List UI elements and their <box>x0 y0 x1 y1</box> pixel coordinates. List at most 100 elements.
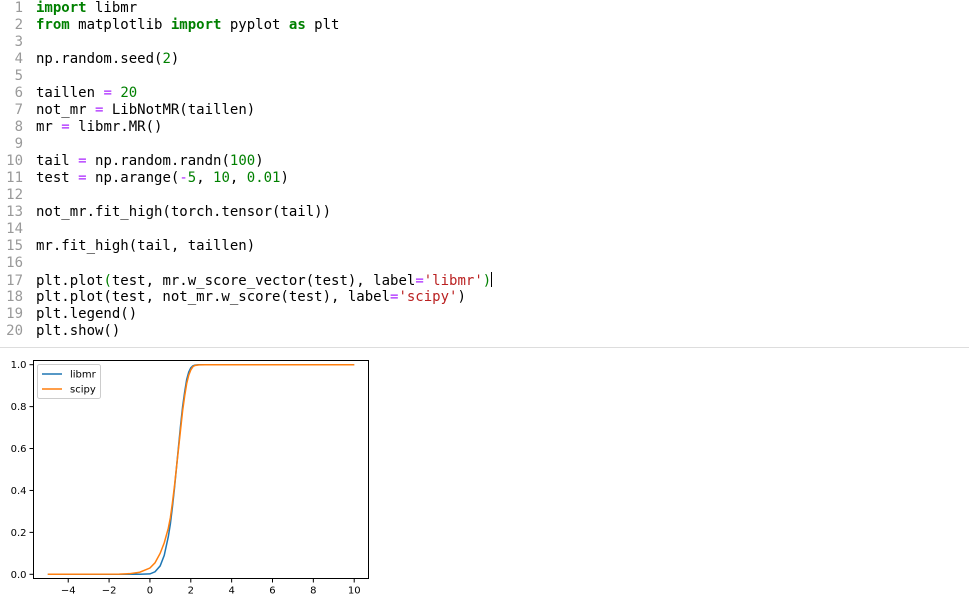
code-line[interactable]: 7 not_mr = LibNotMR(taillen) <box>0 102 256 119</box>
line-number: 4 <box>14 51 23 67</box>
code-line[interactable]: 4 np.random.seed(2) <box>0 51 180 68</box>
code-token: test, mr.w_score_vector(test), label <box>111 273 416 289</box>
cell-output: −4 −2 0 2 4 6 8 10 0.0 0.2 0.4 0.6 0.8 1.0 libmr scip… <box>0 350 969 605</box>
legend-label-libmr: libmr <box>70 370 97 381</box>
code-token: LibNotMR(taillen) <box>103 102 256 118</box>
x-tick-label: 2 <box>188 586 194 597</box>
code-line[interactable]: 17 plt.plot(test, mr.w_score_vector(test)… <box>0 272 493 289</box>
code-line[interactable]: 13 not_mr.fit_high(torch.tensor(tail)) <box>0 204 331 221</box>
y-tick-label: 0.8 <box>11 402 27 413</box>
code-token: as <box>288 17 306 33</box>
code-line[interactable]: 1 import libmr <box>0 0 138 17</box>
cell-separator <box>0 347 969 348</box>
line-number: 19 <box>6 306 23 322</box>
x-tick-label: 6 <box>269 586 275 597</box>
code-token: , <box>196 170 214 186</box>
code-token: plt.legend() <box>36 306 138 322</box>
code-token: ) <box>482 273 492 289</box>
code-line[interactable]: 5 <box>0 68 36 85</box>
line-number: 1 <box>14 0 23 16</box>
code-token: ) <box>457 289 466 305</box>
code-token: ( <box>103 273 112 289</box>
code-token: , <box>229 170 247 186</box>
code-token: not_mr <box>36 102 96 118</box>
code-token: = <box>78 153 87 169</box>
code-token: np.random.randn( <box>86 153 230 169</box>
line-number: 10 <box>6 153 23 169</box>
code-token: 5 <box>187 170 197 186</box>
code-token: ) <box>170 51 180 67</box>
x-tick-label: 10 <box>348 586 361 597</box>
line-number: 16 <box>6 255 23 271</box>
code-line[interactable]: 3 <box>0 34 36 51</box>
code-line[interactable]: 10 tail = np.random.randn(100) <box>0 153 263 170</box>
x-tick-label: 0 <box>147 586 153 597</box>
code-token: 'libmr' <box>423 273 483 289</box>
code-token: pyplot <box>221 17 289 33</box>
line-number: 18 <box>6 289 23 305</box>
code-line[interactable]: 14 <box>0 221 36 238</box>
code-token: np.random.seed( <box>36 51 163 67</box>
code-line[interactable]: 12 <box>0 187 36 204</box>
line-number: 11 <box>6 170 23 186</box>
code-token: - <box>179 170 188 186</box>
code-token: plt.plot(test, not_mr.w_score(test), lab… <box>36 289 391 305</box>
line-number: 8 <box>14 119 23 135</box>
code-line[interactable]: 18 plt.plot(test, not_mr.w_score(test), l… <box>0 289 466 306</box>
code-line[interactable]: 9 <box>0 136 36 153</box>
code-token: test <box>36 170 79 186</box>
text-cursor <box>491 272 493 287</box>
y-axis-ticks: 0.0 0.2 0.4 0.6 0.8 1.0 <box>11 360 34 581</box>
code-line[interactable]: 2 from matplotlib import pyplot as plt <box>0 17 340 34</box>
code-token: 0.01 <box>246 170 281 186</box>
code-line[interactable]: 8 mr = libmr.MR() <box>0 119 163 136</box>
y-tick-label: 0.0 <box>11 570 27 581</box>
code-token: 10 <box>213 170 230 186</box>
code-cell-input[interactable]: 1 import libmr 2 from matplotlib import pyp… <box>0 0 969 347</box>
line-number: 15 <box>6 238 23 254</box>
code-token: 100 <box>229 153 256 169</box>
line-number: 14 <box>6 221 23 237</box>
line-number: 5 <box>14 68 23 84</box>
code-token: = <box>415 273 424 289</box>
code-line[interactable]: 19 plt.legend() <box>0 306 137 323</box>
code-token: not_mr.fit_high(torch.tensor(tail)) <box>36 204 332 220</box>
x-tick-label: 4 <box>228 586 234 597</box>
code-line[interactable]: 20 plt.show() <box>0 323 120 340</box>
code-token: = <box>103 85 112 101</box>
code-token: 20 <box>120 85 138 101</box>
line-number: 20 <box>6 323 23 339</box>
x-axis-ticks: −4 −2 0 2 4 6 8 10 <box>61 578 361 597</box>
code-token: libmr.MR() <box>69 119 163 135</box>
line-number: 3 <box>14 34 23 50</box>
line-number: 13 <box>6 204 23 220</box>
y-tick-label: 1.0 <box>11 360 27 371</box>
code-token: plt.plot <box>36 273 104 289</box>
code-token: from <box>36 17 70 33</box>
legend-label-scipy: scipy <box>70 385 96 396</box>
code-token: libmr <box>86 0 138 16</box>
code-token: = <box>61 119 70 135</box>
code-line[interactable]: 15 mr.fit_high(tail, taillen) <box>0 238 255 255</box>
x-tick-label: −4 <box>61 586 76 597</box>
x-tick-label: 8 <box>310 586 316 597</box>
line-number: 6 <box>14 85 23 101</box>
y-tick-label: 0.4 <box>11 486 27 497</box>
code-line[interactable]: 16 <box>0 255 36 272</box>
code-token: plt.show() <box>36 323 121 339</box>
line-number: 2 <box>14 17 23 33</box>
code-line[interactable]: 11 test = np.arange(-5, 10, 0.01) <box>0 170 289 187</box>
code-token: ) <box>280 170 289 186</box>
code-token: np.arange( <box>86 170 180 186</box>
line-number: 17 <box>6 273 23 289</box>
code-token: mr.fit_high(tail, taillen) <box>36 238 256 254</box>
code-token: = <box>78 170 87 186</box>
code-token: mr <box>36 119 62 135</box>
code-line[interactable]: 6 taillen = 20 <box>0 85 138 102</box>
y-tick-label: 0.2 <box>11 528 27 539</box>
code-token: import <box>36 0 87 16</box>
x-tick-label: −2 <box>102 586 117 597</box>
line-number: 7 <box>14 102 23 118</box>
line-number: 9 <box>14 136 23 152</box>
code-token: import <box>170 17 222 33</box>
